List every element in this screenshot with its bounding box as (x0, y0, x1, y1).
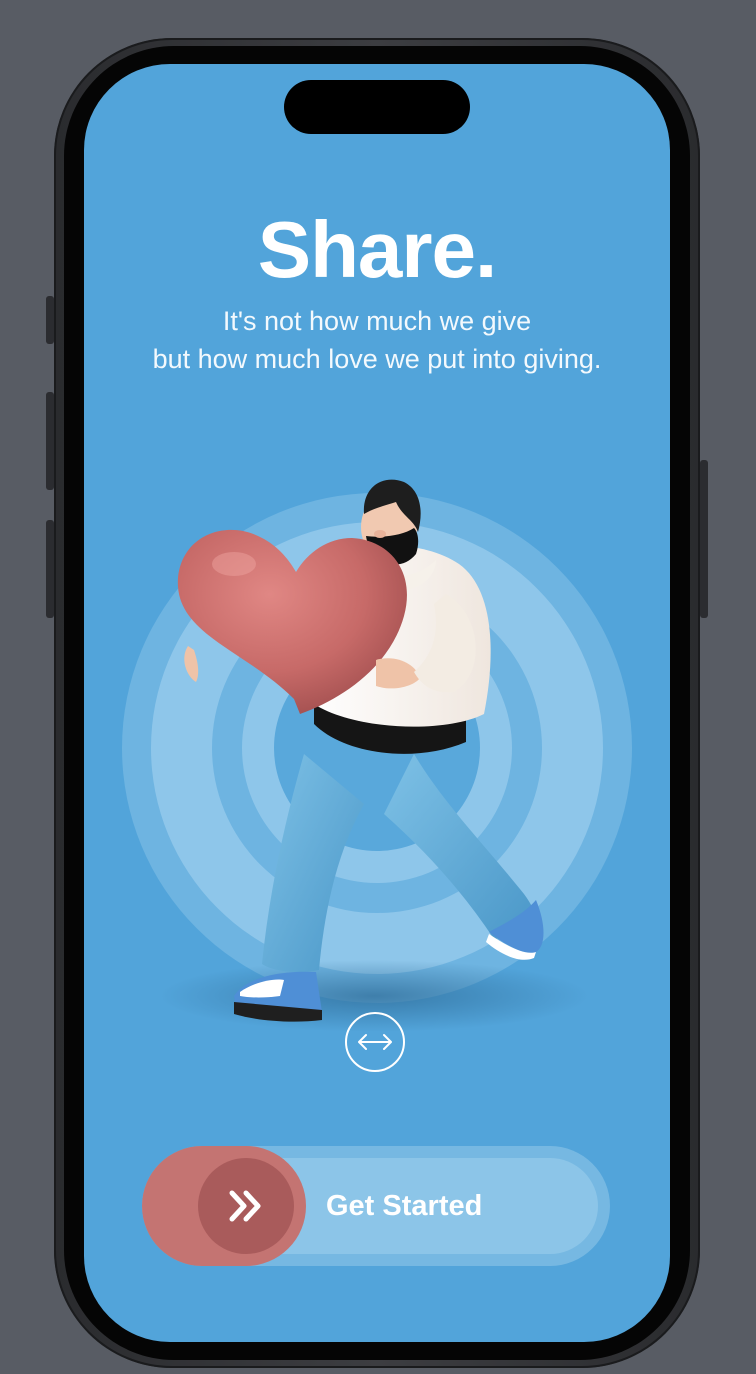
onboarding-screen: Share. It's not how much we give but how… (84, 64, 670, 1342)
page-subtitle: It's not how much we give but how much l… (84, 302, 670, 378)
left-right-arrow-icon (358, 1034, 392, 1050)
get-started-label: Get Started (326, 1190, 483, 1222)
slider-knob[interactable] (142, 1146, 306, 1266)
subtitle-line-2: but how much love we put into giving. (152, 344, 602, 374)
page-title: Share. (257, 205, 498, 294)
swipe-hint[interactable] (345, 1012, 405, 1072)
volume-down-button (46, 520, 54, 618)
get-started-slider[interactable]: Get Started (142, 1146, 610, 1266)
power-button (700, 460, 708, 618)
volume-up-button (46, 392, 54, 490)
knob-button[interactable] (198, 1158, 294, 1254)
hero-illustration (122, 479, 632, 1032)
dynamic-island (284, 80, 470, 134)
app-stage: Share. It's not how much we give but how… (0, 0, 756, 1374)
subtitle-line-1: It's not how much we give (222, 306, 532, 336)
action-button (46, 296, 54, 344)
double-chevron-right-icon (229, 1190, 261, 1222)
